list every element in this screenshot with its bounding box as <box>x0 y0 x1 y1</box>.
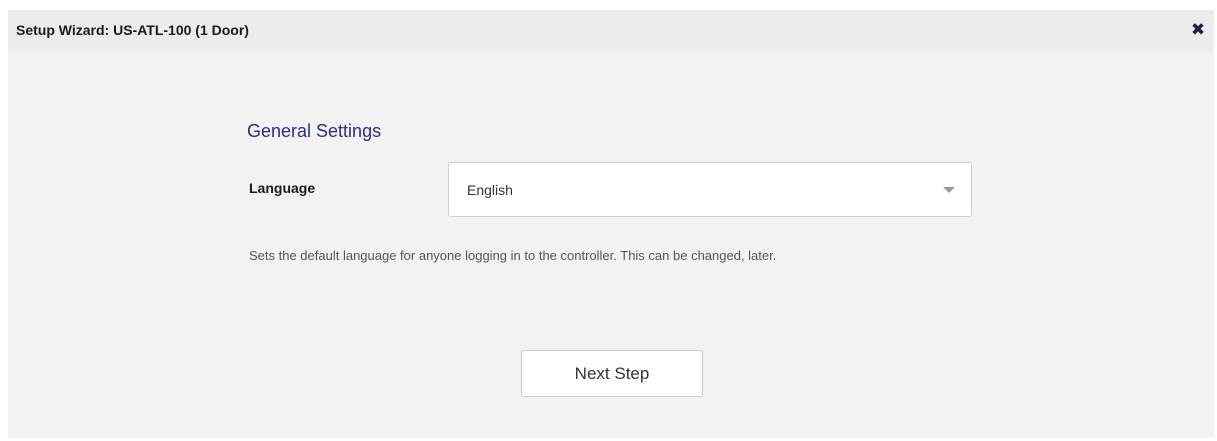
section-heading: General Settings <box>247 121 382 141</box>
language-label: Language <box>249 180 316 196</box>
language-select[interactable]: English <box>448 162 972 217</box>
language-help-text: Sets the default language for anyone log… <box>249 248 777 263</box>
close-icon[interactable]: ✖ <box>1188 20 1208 40</box>
setup-wizard-dialog: Setup Wizard: US-ATL-100 (1 Door) ✖ Gene… <box>8 10 1214 438</box>
dialog-title: Setup Wizard: US-ATL-100 (1 Door) <box>16 22 249 38</box>
language-selected-value: English <box>467 182 513 198</box>
next-step-button[interactable]: Next Step <box>521 350 703 397</box>
caret-down-icon <box>943 187 955 193</box>
dialog-titlebar: Setup Wizard: US-ATL-100 (1 Door) ✖ <box>8 10 1214 51</box>
